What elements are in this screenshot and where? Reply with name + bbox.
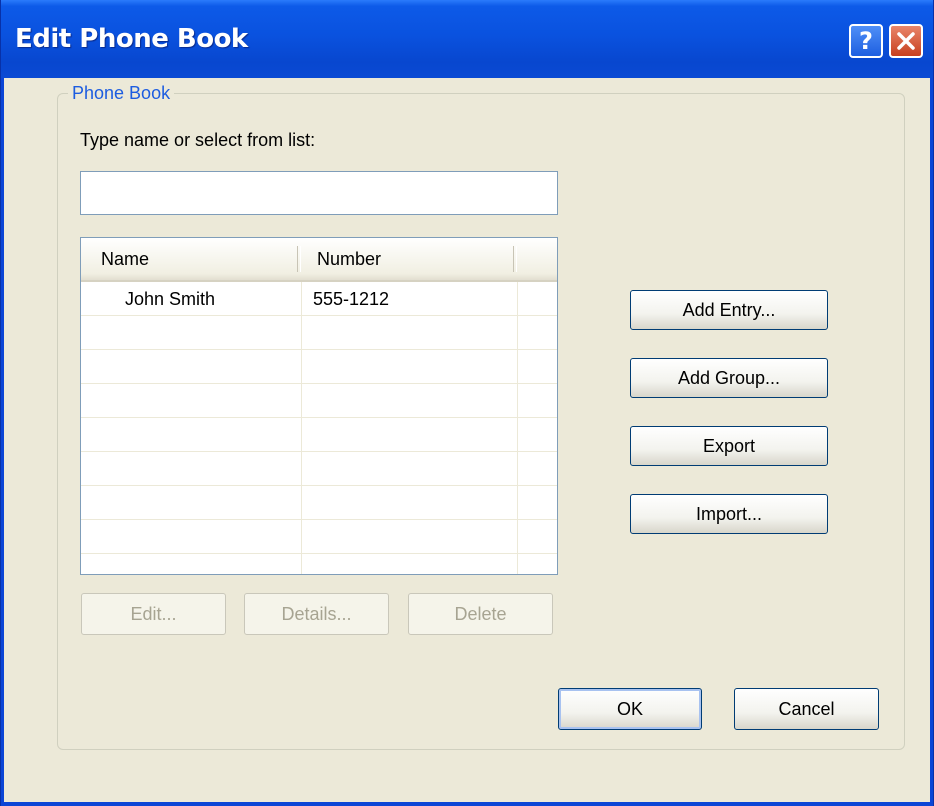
edit-button: Edit... <box>81 593 226 635</box>
search-prompt-label: Type name or select from list: <box>80 130 316 150</box>
table-row[interactable]: John Smith 555-1212 <box>81 282 557 316</box>
column-header-empty[interactable] <box>517 238 557 280</box>
import-button[interactable]: Import... <box>630 494 828 534</box>
table-row[interactable] <box>81 384 557 418</box>
cancel-button[interactable]: Cancel <box>734 688 879 730</box>
close-icon[interactable] <box>889 24 923 58</box>
details-button: Details... <box>244 593 389 635</box>
delete-button: Delete <box>408 593 553 635</box>
title-bar[interactable]: Edit Phone Book ? <box>1 0 933 78</box>
list-header: Name Number <box>81 238 557 282</box>
table-row[interactable] <box>81 316 557 350</box>
name-search-input[interactable] <box>80 171 558 215</box>
column-header-number[interactable]: Number <box>301 238 517 280</box>
phone-book-list[interactable]: Name Number John Smith 555-1212 <box>80 237 558 575</box>
export-button[interactable]: Export <box>630 426 828 466</box>
add-group-button[interactable]: Add Group... <box>630 358 828 398</box>
table-row[interactable] <box>81 452 557 486</box>
edit-phone-book-dialog: Edit Phone Book ? Phone Book Type name o… <box>0 0 934 806</box>
close-x-glyph <box>897 32 915 50</box>
row-name-cell: John Smith <box>125 289 216 309</box>
table-row[interactable] <box>81 486 557 520</box>
row-number-cell: 555-1212 <box>313 289 390 309</box>
dialog-body: Phone Book Type name or select from list… <box>4 78 930 802</box>
table-row[interactable] <box>81 350 557 384</box>
help-icon[interactable]: ? <box>849 24 883 58</box>
ok-button[interactable]: OK <box>558 688 702 730</box>
phone-book-group-label: Phone Book <box>68 83 175 104</box>
table-row[interactable] <box>81 520 557 554</box>
table-row[interactable] <box>81 418 557 452</box>
column-header-name[interactable]: Name <box>81 238 301 280</box>
add-entry-button[interactable]: Add Entry... <box>630 290 828 330</box>
window-title: Edit Phone Book <box>15 24 248 54</box>
